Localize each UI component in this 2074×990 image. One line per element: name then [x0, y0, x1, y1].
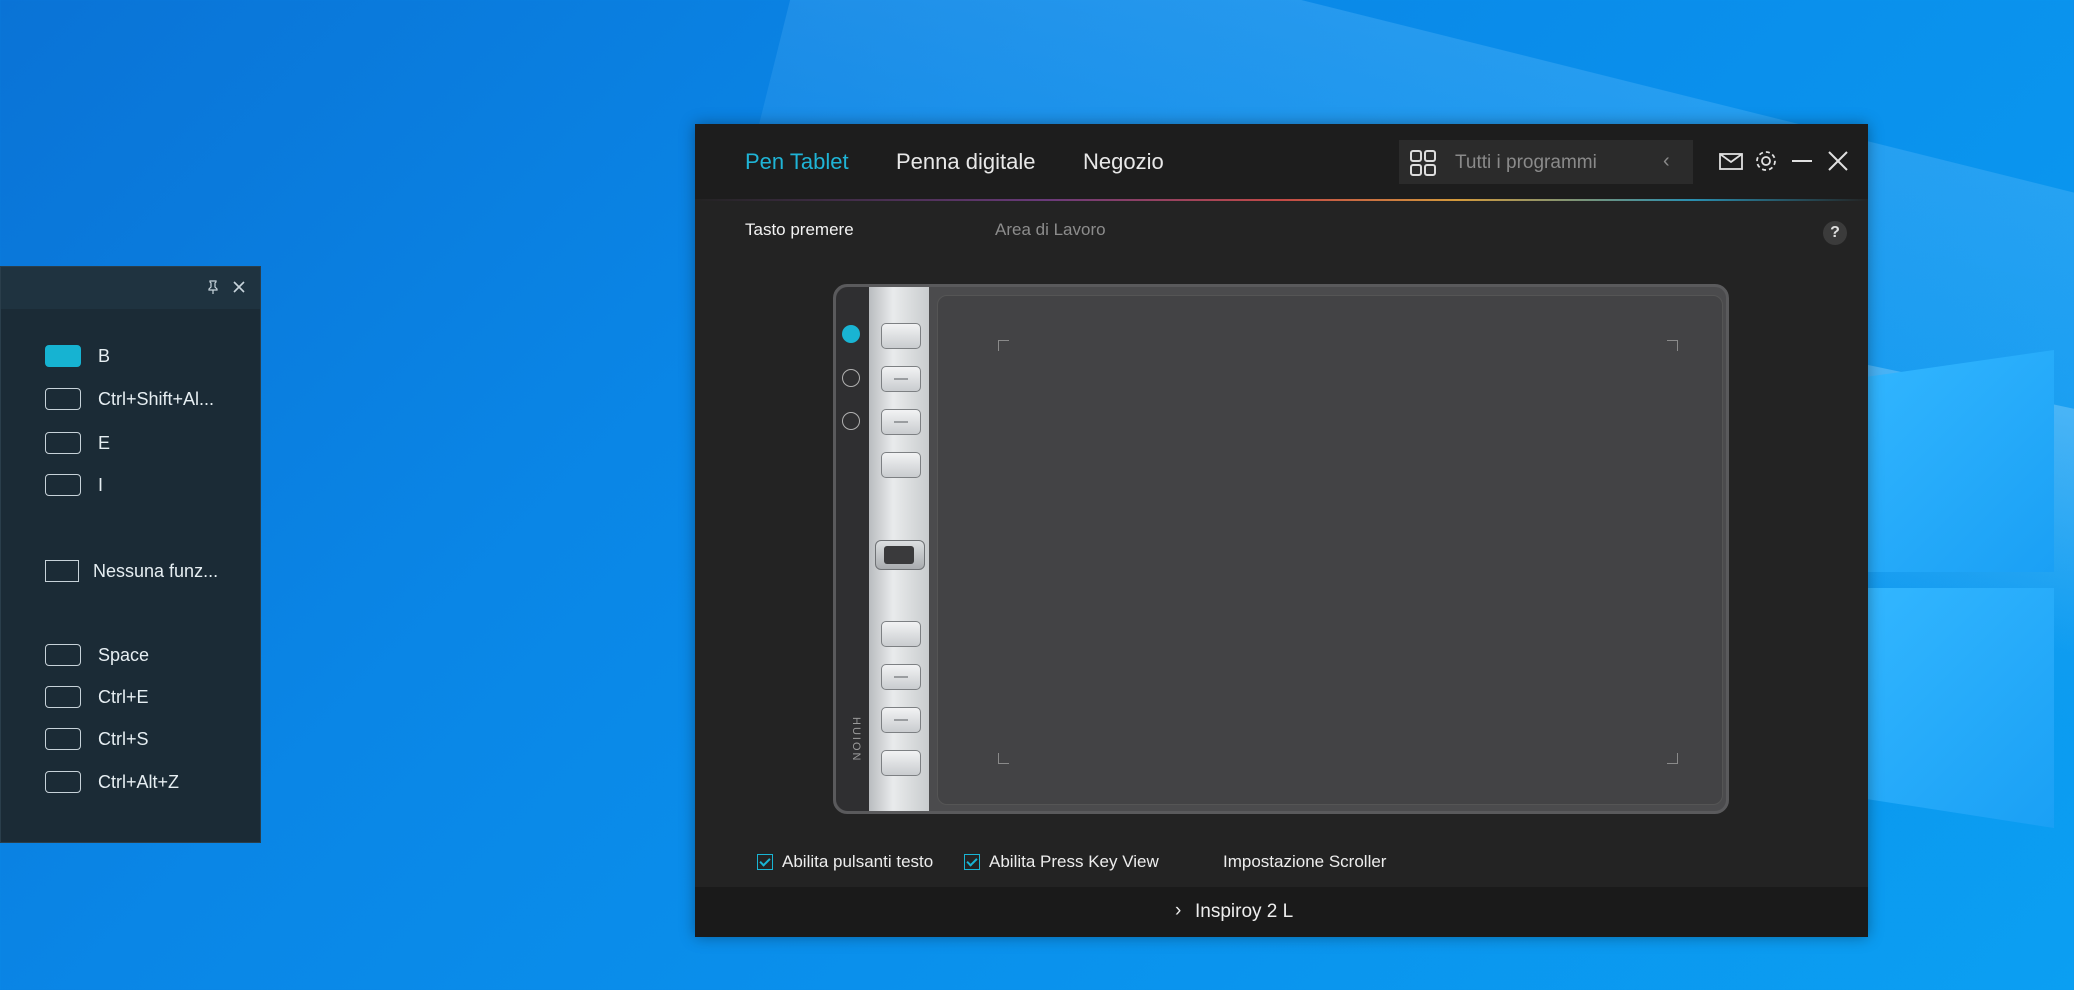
tablet-left-strip: HUION: [836, 287, 869, 811]
tab-pen-tablet[interactable]: Pen Tablet: [745, 149, 849, 175]
checkbox-checked-icon[interactable]: [964, 854, 980, 870]
subtab-key-press[interactable]: Tasto premere: [745, 220, 854, 240]
key-label: I: [98, 474, 104, 495]
key-indicator: [45, 432, 81, 454]
tablet-illustration: HUION: [833, 284, 1729, 814]
key-item-1: B: [45, 342, 110, 370]
enable-text-buttons-option[interactable]: Abilita pulsanti testo: [757, 852, 933, 872]
tablet-active-area: [937, 295, 1723, 805]
key-label: Ctrl+Shift+Al...: [98, 388, 215, 409]
huion-driver-window: Pen Tablet Penna digitale Negozio Tutti …: [695, 124, 1868, 937]
corner-mark: [998, 753, 1009, 764]
key-item-4: I: [45, 471, 103, 499]
subtab-work-area[interactable]: Area di Lavoro: [995, 220, 1106, 240]
program-selector-value: Tutti i programmi: [1455, 152, 1597, 173]
mail-icon[interactable]: [1718, 148, 1744, 174]
minimize-icon[interactable]: [1789, 148, 1815, 174]
corner-mark: [1667, 340, 1678, 351]
corner-mark: [998, 340, 1009, 351]
device-bar[interactable]: › Inspiroy 2 L: [695, 887, 1868, 937]
key-indicator: [45, 728, 81, 750]
tablet-key-7[interactable]: [881, 707, 921, 733]
tablet-key-column: [869, 287, 929, 811]
key-label: E: [98, 432, 111, 453]
key-label: Ctrl+E: [98, 686, 149, 707]
panel-header: [1, 267, 260, 309]
tablet-key-2[interactable]: [881, 366, 921, 392]
key-indicator: [45, 388, 81, 410]
key-indicator: [45, 345, 81, 367]
indicator-light: [842, 412, 860, 430]
tablet-key-5[interactable]: [881, 621, 921, 647]
chevron-right-icon: ›: [1175, 900, 1182, 921]
close-icon[interactable]: [230, 279, 248, 297]
tablet-key-1[interactable]: [881, 323, 921, 349]
option-label: Abilita Press Key View: [989, 852, 1159, 871]
apps-grid-icon: [1410, 150, 1436, 176]
program-selector[interactable]: Tutti i programmi ‹: [1399, 140, 1693, 184]
key-indicator: [45, 771, 81, 793]
key-indicator: [45, 644, 81, 666]
key-indicator: [45, 686, 81, 708]
key-label: Ctrl+Alt+Z: [98, 771, 180, 792]
windows-logo-pane-bottom: [1868, 588, 2054, 828]
help-button[interactable]: ?: [1823, 221, 1847, 245]
key-label: Ctrl+S: [98, 728, 149, 749]
dial-indicator: [45, 560, 79, 582]
tab-store[interactable]: Negozio: [1083, 149, 1164, 175]
tablet-key-8[interactable]: [881, 750, 921, 776]
dial-item: Nessuna funz...: [45, 557, 218, 585]
key-item-7: Ctrl+S: [45, 725, 149, 753]
scroller-settings-link[interactable]: Impostazione Scroller: [1223, 852, 1386, 872]
brand-logo: HUION: [850, 717, 862, 763]
windows-logo-pane-top: [1868, 350, 2054, 572]
key-item-3: E: [45, 429, 110, 457]
checkbox-checked-icon[interactable]: [757, 854, 773, 870]
tablet-key-3[interactable]: [881, 409, 921, 435]
option-label: Abilita pulsanti testo: [782, 852, 934, 871]
key-item-6: Ctrl+E: [45, 683, 149, 711]
key-label: Nessuna funz...: [93, 560, 219, 581]
tablet-key-6[interactable]: [881, 664, 921, 690]
gear-icon[interactable]: [1753, 148, 1779, 174]
close-icon[interactable]: [1825, 148, 1851, 174]
corner-mark: [1667, 753, 1678, 764]
key-item-8: Ctrl+Alt+Z: [45, 768, 179, 796]
title-divider: [695, 199, 1868, 201]
tab-digital-pen[interactable]: Penna digitale: [896, 149, 1035, 175]
indicator-light: [842, 369, 860, 387]
enable-press-key-view-option[interactable]: Abilita Press Key View: [964, 852, 1159, 872]
key-label: Space: [98, 644, 150, 665]
key-label: B: [98, 345, 111, 366]
tablet-dial[interactable]: [875, 540, 925, 570]
key-indicator: [45, 474, 81, 496]
tablet-key-4[interactable]: [881, 452, 921, 478]
title-bar: Pen Tablet Penna digitale Negozio Tutti …: [695, 124, 1868, 199]
option-label: Impostazione Scroller: [1223, 852, 1387, 871]
key-item-2: Ctrl+Shift+Al...: [45, 385, 214, 413]
key-item-5: Space: [45, 641, 149, 669]
pin-icon[interactable]: [204, 279, 222, 297]
device-name: Inspiroy 2 L: [1195, 901, 1294, 922]
indicator-active: [842, 325, 860, 343]
chevron-left-icon[interactable]: ‹: [1663, 150, 1670, 173]
press-key-view-panel: B Ctrl+Shift+Al... E I Nessuna funz... S…: [0, 266, 261, 843]
